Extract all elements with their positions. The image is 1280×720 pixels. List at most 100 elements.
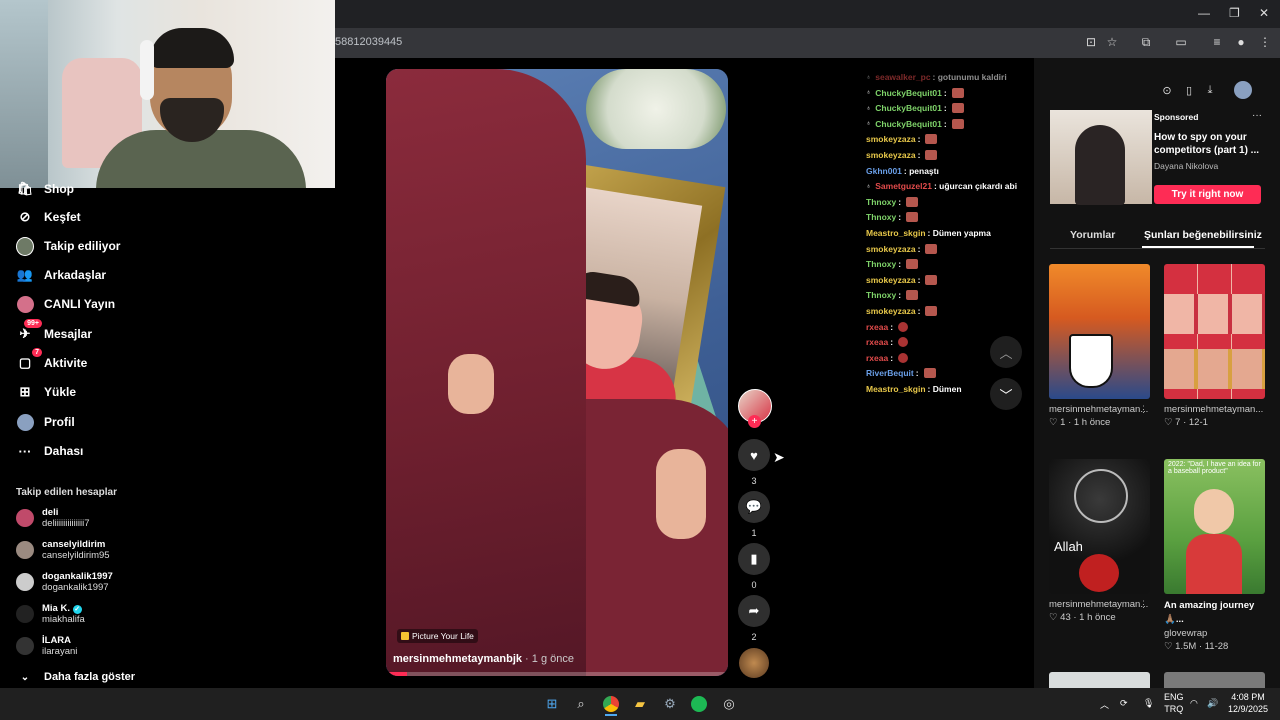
microphone-icon[interactable]: 🎙 — [1143, 698, 1154, 709]
chat-username: Thnoxy — [866, 196, 897, 207]
ad-more-icon[interactable]: ··· — [1252, 110, 1262, 121]
previous-video-button[interactable]: ︿ — [990, 336, 1022, 368]
sidebar-item-following[interactable]: Takip ediliyor — [16, 235, 120, 257]
followed-account[interactable]: İLARA ilarayani — [16, 635, 77, 657]
followed-account[interactable]: canselyildirim canselyildirim95 — [16, 539, 110, 561]
sidebar-item-friends[interactable]: 👥 Arkadaşlar — [16, 264, 106, 286]
account-avatar[interactable] — [1234, 81, 1252, 99]
sidebar-item-label: Dahası — [44, 444, 84, 458]
language-indicator[interactable]: ENG TRQ — [1164, 692, 1184, 715]
comment-button[interactable]: 💬 — [738, 491, 770, 523]
messages-badge: 99+ — [24, 319, 42, 328]
file-explorer-icon[interactable]: ▰ — [630, 694, 650, 714]
url-text[interactable]: 58812039445 — [335, 36, 402, 48]
clock[interactable]: 4:08 PM 12/9/2025 — [1228, 692, 1268, 715]
video-thumbnail[interactable]: Allah — [1049, 459, 1150, 594]
card-stats: ♡ 1.5M · 11-28 — [1164, 640, 1229, 652]
tab-you-may-like[interactable]: Şunları beğenebilirsiniz — [1144, 229, 1262, 241]
sidebar-item-label: Profil — [44, 415, 75, 429]
sidebar-item-activity[interactable]: ▢ 7 Aktivite — [16, 348, 88, 374]
chat-message: ♁ ChuckyBequit01 : — [866, 103, 964, 114]
sidebar-item-more[interactable]: ··· Dahası — [16, 440, 84, 462]
ad-title[interactable]: How to spy on your competitors (part 1) … — [1154, 131, 1264, 157]
followed-account[interactable]: deli deliiiiiiiiiiiiii7 — [16, 507, 90, 529]
chat-emote-icon — [906, 212, 919, 223]
sidebar-item-shop[interactable]: 🛍 Shop — [16, 178, 74, 200]
chat-message: ♁ Sametguzel21 : uğurcan çıkardı abi — [866, 181, 1017, 191]
network-icon[interactable]: ⟳ — [1120, 698, 1128, 709]
chat-username: Gkhn001 — [866, 165, 902, 176]
speed-icon[interactable]: ⊙ — [1160, 84, 1174, 98]
windows-start-icon[interactable]: ⊞ — [542, 694, 562, 714]
video-card[interactable]: 2022: "Dad, I have an idea for a basebal… — [1164, 459, 1265, 652]
show-more-button[interactable]: ⌄ Daha fazla göster — [16, 666, 135, 688]
music-disc[interactable] — [739, 648, 769, 678]
sidebar-item-messages[interactable]: ✈ 99+ Mesajlar — [16, 319, 92, 345]
video-card[interactable]: Allah mersinmehmetayman... ♡ 43 · 1 h ön… — [1049, 459, 1150, 623]
profile-avatar-icon[interactable]: ● — [1233, 34, 1249, 50]
sidebar-item-profile[interactable]: Profil — [16, 411, 75, 433]
card-more-icon[interactable]: ⋮ — [1139, 599, 1148, 610]
extensions-icon[interactable]: ⧉ — [1138, 34, 1154, 50]
sponsored-label: Sponsored — [1154, 112, 1199, 122]
like-button[interactable]: ♥ — [738, 439, 770, 471]
avatar — [16, 509, 34, 527]
kebab-menu-icon[interactable]: ⋮ — [1257, 34, 1273, 50]
save-button[interactable]: ▮ — [738, 543, 770, 575]
video-card[interactable]: mersinmehmetayman... ♡ 1 · 1 h önce — [1049, 264, 1150, 428]
wifi-icon[interactable]: ◠ — [1190, 698, 1198, 709]
share-button[interactable]: ➦ — [738, 595, 770, 627]
video-thumbnail[interactable] — [1049, 672, 1150, 688]
followed-account[interactable]: Mia K. ✓ miakhalifa — [16, 603, 85, 625]
video-card[interactable]: mersinmehmetayman... ♡ 7 · 12-1 — [1164, 264, 1265, 428]
sidebar-item-explore[interactable]: ⊘ Keşfet — [16, 206, 81, 228]
chat-text: : — [898, 212, 902, 223]
volume-icon[interactable]: 🔊 — [1207, 698, 1218, 709]
ad-cta-button[interactable]: Try it right now — [1154, 185, 1261, 204]
phone-icon[interactable]: ▯ — [1182, 84, 1196, 98]
chat-username: smokeyzaza — [866, 306, 916, 316]
card-more-icon[interactable]: ⋮ — [1139, 404, 1148, 415]
sidebar-item-live[interactable]: CANLI Yayın — [16, 293, 115, 315]
media-icon[interactable]: ≡ — [1209, 34, 1225, 50]
minimize-icon[interactable]: — — [1198, 6, 1210, 20]
cast-icon[interactable]: ▭ — [1173, 34, 1189, 50]
next-video-button[interactable]: ﹀ — [990, 378, 1022, 410]
close-icon[interactable]: ✕ — [1259, 6, 1269, 20]
app-icon[interactable]: ◎ — [719, 694, 739, 714]
video-thumbnail[interactable]: 2022: "Dad, I have an idea for a basebal… — [1164, 459, 1265, 594]
effect-tag[interactable]: Picture Your Life — [397, 629, 478, 643]
video-thumbnail[interactable] — [1049, 264, 1150, 399]
search-icon[interactable]: ⌕ — [571, 694, 591, 714]
chat-username: Meastro_skgin — [866, 228, 926, 238]
chat-emote-icon — [951, 118, 964, 129]
video-player[interactable]: Picture Your Life mersinmehmetaymanbjk ·… — [386, 69, 728, 676]
video-thumbnail[interactable] — [1164, 264, 1265, 399]
spotify-icon[interactable] — [689, 694, 709, 714]
chat-text: : — [915, 368, 919, 379]
tab-comments[interactable]: Yorumlar — [1070, 229, 1115, 241]
chrome-icon[interactable] — [601, 694, 621, 714]
sidebar-item-upload[interactable]: ⊞ Yükle — [16, 381, 76, 403]
chat-emote-icon — [898, 321, 909, 332]
download-icon[interactable]: ⤓ — [1203, 84, 1217, 98]
restore-icon[interactable]: ❐ — [1229, 6, 1240, 20]
live-icon — [16, 295, 34, 313]
settings-gear-icon[interactable]: ⚙ — [660, 694, 680, 714]
bookmark-star-icon[interactable]: ☆ — [1104, 34, 1120, 50]
tray-overflow-icon[interactable]: ︿ — [1100, 698, 1109, 711]
sidebar-item-label: Aktivite — [44, 356, 88, 370]
follow-plus-icon[interactable]: + — [748, 415, 761, 428]
video-author[interactable]: mersinmehmetaymanbjk · 1 g önce — [393, 653, 574, 665]
chat-platform-icon: ♁ — [866, 73, 872, 81]
messages-icon: ✈ 99+ — [16, 319, 42, 343]
install-icon[interactable]: ⊡ — [1083, 34, 1099, 50]
thumbnail-grid-row — [1164, 294, 1265, 334]
video-progress-bar[interactable] — [386, 672, 728, 676]
followed-account[interactable]: dogankalik1997 dogankalik1997 — [16, 571, 113, 593]
sidebar-item-label: Yükle — [44, 385, 77, 399]
chat-message: smokeyzaza : — [866, 274, 938, 285]
video-thumbnail[interactable] — [1164, 672, 1265, 688]
chat-username: rxeaa — [866, 337, 889, 348]
card-stats: ♡ 43 · 1 h önce — [1049, 612, 1116, 623]
